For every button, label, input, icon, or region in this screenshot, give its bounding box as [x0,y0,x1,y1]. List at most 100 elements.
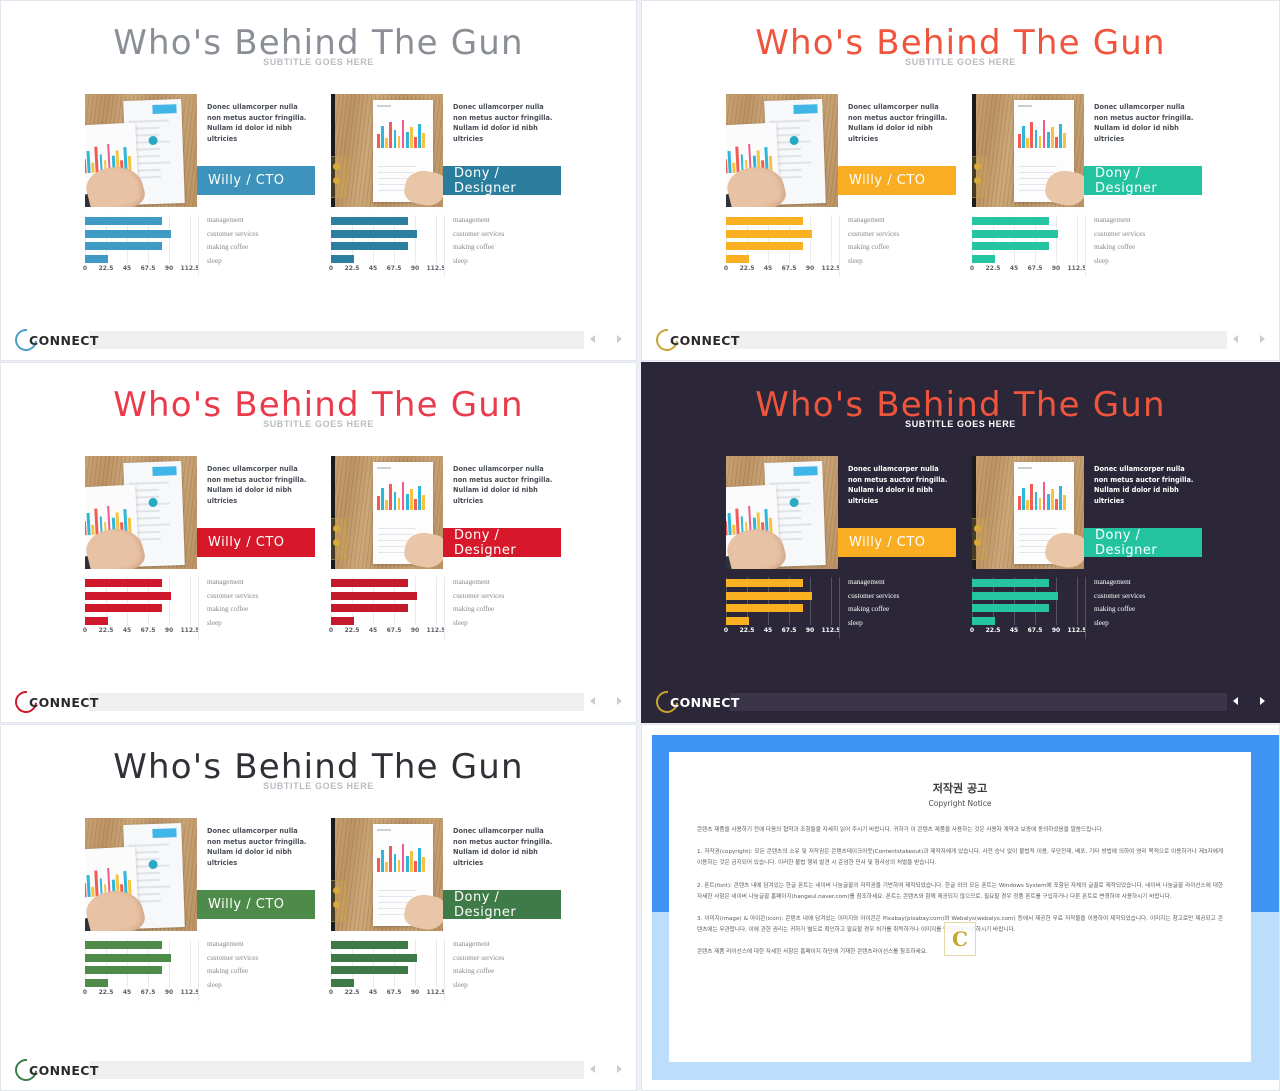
doc-header-block [793,466,818,477]
team-member-card[interactable]: Donec ullamcorper nulla non metus auctor… [972,456,1202,569]
mini-bar [1059,486,1062,510]
prev-arrow-icon[interactable] [1233,335,1238,343]
mini-bar [1022,488,1025,510]
team-member-card[interactable]: Donec ullamcorper nulla non metus auctor… [972,94,1202,207]
chart-category-label: sleep [207,618,222,627]
slide-red[interactable]: Who's Behind The Gun SUBTITLE GOES HERE … [0,362,637,723]
team-member-card[interactable]: Donec ullamcorper nulla non metus auctor… [85,456,315,569]
chart-bar [331,978,355,987]
chart-bar [85,254,109,263]
next-arrow-icon[interactable] [617,697,622,705]
x-axis-tick: 22.5 [985,627,1001,634]
charts-row: 0 22.5 45 67.5 90 112.5 management customer se… [83,939,561,1021]
chart-plot-area: 0 22.5 45 67.5 90 112.5 [724,577,840,639]
mini-bar [377,496,380,510]
doc-label [377,467,391,469]
slide-navigation[interactable] [1229,694,1269,710]
team-photo-willy [726,94,838,207]
mini-bar [94,508,99,535]
slide-blue[interactable]: Who's Behind The Gun SUBTITLE GOES HERE … [0,0,637,361]
chart-category-label: sleep [1094,618,1109,627]
mini-bar [1030,122,1033,148]
slide-dark[interactable]: Who's Behind The Gun SUBTITLE GOES HERE … [641,362,1280,723]
mini-bar [410,489,413,510]
mini-bar [94,146,99,173]
slide-navigation[interactable] [586,694,626,710]
x-axis-tick: 0 [328,265,334,272]
x-axis-tick: 45 [122,627,132,634]
x-axis-tick: 90 [410,265,420,272]
doc-line [378,540,410,542]
team-member-card[interactable]: Donec ullamcorper nulla non metus auctor… [85,818,315,931]
member-name-badge: Willy / CTO [197,890,315,919]
next-arrow-icon[interactable] [617,1065,622,1073]
doc-circle-icon [789,497,799,508]
charts-row: 0 22.5 45 67.5 90 112.5 management customer se… [83,215,562,297]
slide-navigation[interactable] [586,1062,626,1078]
chart-legend: management customer services making coffee… [198,215,316,277]
door-lock-plate [331,156,347,198]
page-subtitle: SUBTITLE GOES HERE [263,57,374,67]
next-arrow-icon[interactable] [1260,697,1265,705]
photo-mini-chart [377,480,425,510]
team-member-card[interactable]: Donec ullamcorper nulla non metus auctor… [331,818,561,931]
doc-line [378,534,413,536]
mini-bar [377,858,380,872]
next-arrow-icon[interactable] [1260,335,1265,343]
team-member-card[interactable]: Donec ullamcorper nulla non metus auctor… [726,456,956,569]
team-member-card[interactable]: Donec ullamcorper nulla non metus auctor… [331,94,561,207]
chart-bar [85,941,162,949]
connect-logo[interactable]: CONNECT [10,324,99,356]
x-axis-tick: 67.5 [781,265,797,272]
team-member-card[interactable]: Donec ullamcorper nulla non metus auctor… [726,94,956,207]
doc-circle-icon [789,135,799,146]
team-photo-dony [972,94,1084,207]
chart-bar [972,229,1058,238]
chart-category-label: customer services [1094,591,1146,600]
team-member-card[interactable]: Donec ullamcorper nulla non metus auctor… [85,94,315,207]
connect-logo[interactable]: CONNECT [651,324,740,356]
chart-gridline [190,215,191,263]
mini-bar [393,492,397,510]
doc-line [378,546,407,548]
chart-category-label: making coffee [453,243,495,252]
x-axis-tick: 45 [368,265,378,272]
connect-logo[interactable]: CONNECT [651,686,740,718]
chart-plot-area: 0 22.5 45 67.5 90 112.5 [970,215,1086,277]
prev-arrow-icon[interactable] [590,697,595,705]
slide-orange-teal[interactable]: Who's Behind The Gun SUBTITLE GOES HERE … [641,0,1280,361]
member-description: Donec ullamcorper nulla non metus auctor… [443,456,561,528]
door-lock-plate [972,156,988,198]
page-subtitle: SUBTITLE GOES HERE [263,781,374,791]
x-axis-tick: 67.5 [386,989,402,996]
slide-navigation[interactable] [586,332,626,348]
chart-legend: management customer services making coffee… [1085,215,1203,277]
chart-legend: management customer services making coffee… [444,215,562,277]
connect-logo[interactable]: CONNECT [10,686,99,718]
member-name-badge: Willy / CTO [838,166,956,195]
prev-arrow-icon[interactable] [590,335,595,343]
slide-green[interactable]: Who's Behind The Gun SUBTITLE GOES HERE … [0,724,637,1091]
mini-bar [1018,134,1021,148]
x-axis-tick: 67.5 [140,627,156,634]
connect-logo[interactable]: CONNECT [10,1054,99,1086]
skills-bar-chart: 0 22.5 45 67.5 90 112.5 management customer se… [329,939,561,1021]
slide-copyright-notice[interactable]: 저작권 공고 Copyright Notice 콘텐츠 제품을 사용하기 전에 … [641,724,1280,1091]
footer-bar [89,693,584,711]
doc-circle-icon [148,497,158,508]
member-name-badge: Dony / Designer [443,166,561,196]
prev-arrow-icon[interactable] [1233,697,1238,705]
mini-bar [1063,133,1066,148]
slide-navigation[interactable] [1229,332,1269,348]
page-subtitle: SUBTITLE GOES HERE [905,57,1016,67]
chart-category-label: sleep [207,256,222,265]
x-axis-tick: 112.5 [180,989,200,996]
mini-bar [1042,120,1046,148]
chart-plot-area: 0 22.5 45 67.5 90 112.5 [83,577,199,639]
mini-bar [1030,484,1033,510]
prev-arrow-icon[interactable] [590,1065,595,1073]
watermark-letter: C [952,927,968,951]
next-arrow-icon[interactable] [617,335,622,343]
team-member-list: Donec ullamcorper nulla non metus auctor… [85,818,561,931]
team-member-card[interactable]: Donec ullamcorper nulla non metus auctor… [331,456,561,569]
